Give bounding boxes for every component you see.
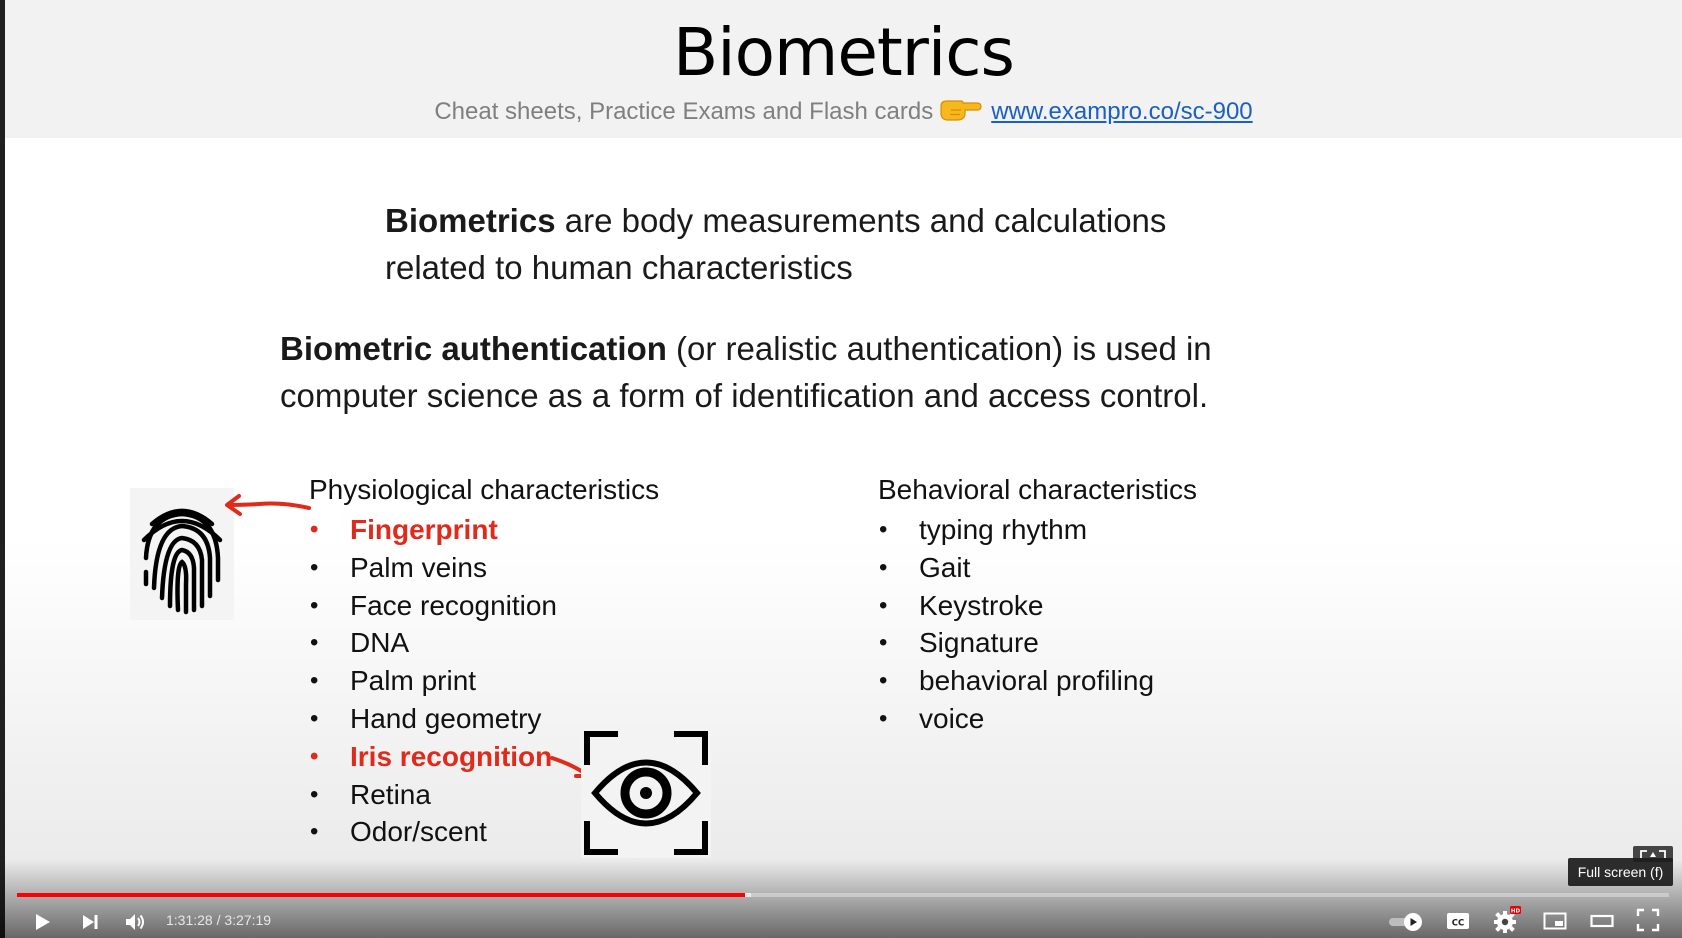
list-item: • behavioral profiling xyxy=(879,662,1154,700)
subtitles-button[interactable]: CC xyxy=(1441,906,1475,936)
biometrics-definition: Biometrics are body measurements and cal… xyxy=(385,197,1245,291)
bullet: • xyxy=(879,629,888,657)
gear-icon: HD xyxy=(1494,906,1521,933)
play-icon xyxy=(36,914,50,930)
theater-icon xyxy=(1590,914,1614,928)
volume-button[interactable] xyxy=(118,906,154,938)
video-player[interactable]: Biometrics Cheat sheets, Practice Exams … xyxy=(0,0,1682,938)
skip-next-icon xyxy=(83,915,98,929)
theater-mode-button[interactable] xyxy=(1584,906,1620,936)
bullet: • xyxy=(879,591,888,619)
list-item: • Fingerprint xyxy=(310,511,557,549)
physiological-list: • Fingerprint • Palm veins • Face recogniti… xyxy=(310,511,557,851)
progress-played xyxy=(17,893,745,897)
autoplay-toggle-icon xyxy=(1389,913,1422,931)
bullet: • xyxy=(879,516,888,543)
list-item: • Gait xyxy=(879,549,1154,587)
hd-badge: HD xyxy=(1511,908,1521,914)
authentication-definition: Biometric authentication (or realistic a… xyxy=(280,325,1280,419)
list-item: • Hand geometry xyxy=(310,700,557,738)
fullscreen-icon xyxy=(1636,908,1660,932)
list-item: • voice xyxy=(879,700,1154,738)
bullet: • xyxy=(310,591,319,619)
slide-subtitle: Cheat sheets, Practice Exams and Flash c… xyxy=(5,97,1682,126)
fullscreen-tooltip: Full screen (f) xyxy=(1568,858,1673,886)
subtitle-link[interactable]: www.exampro.co/sc-900 xyxy=(991,98,1252,125)
authentication-term: Biometric authentication xyxy=(280,330,667,367)
fullscreen-button[interactable] xyxy=(1630,904,1666,936)
slide-title: Biometrics xyxy=(673,14,1015,91)
list-item: • Iris recognition xyxy=(310,738,557,776)
physiological-header: Physiological characteristics xyxy=(309,474,660,505)
play-button[interactable] xyxy=(24,906,60,938)
bullet: • xyxy=(310,780,319,808)
bullet: • xyxy=(879,667,888,695)
list-item: • Palm veins xyxy=(310,549,557,587)
bullet: • xyxy=(879,553,888,581)
pointing-hand-icon xyxy=(940,100,982,121)
cc-icon: CC xyxy=(1447,913,1469,929)
bullet: • xyxy=(310,516,319,543)
fingerprint-icon xyxy=(130,488,234,620)
bullet: • xyxy=(310,629,319,657)
fingerprint-arrow xyxy=(225,494,311,516)
bullet: • xyxy=(310,553,319,581)
list-item: • Retina xyxy=(310,776,557,814)
list-item: • Keystroke xyxy=(879,587,1154,625)
subtitle-text: Cheat sheets, Practice Exams and Flash c… xyxy=(434,98,934,125)
behavioral-list: • typing rhythm • Gait • Keystroke • Signatu… xyxy=(879,511,1154,738)
list-item: • Face recognition xyxy=(310,587,557,625)
next-button[interactable] xyxy=(72,906,108,938)
settings-button[interactable]: HD xyxy=(1488,904,1524,936)
bullet: • xyxy=(310,704,319,732)
bullet: • xyxy=(310,818,319,846)
svg-text:CC: CC xyxy=(1452,919,1464,929)
bullet: • xyxy=(310,667,319,695)
list-item: • Palm print xyxy=(310,662,557,700)
progress-buffered xyxy=(745,893,751,897)
list-item: • Odor/scent xyxy=(310,813,557,851)
miniplayer-icon xyxy=(1543,912,1567,930)
bullet: • xyxy=(879,704,888,732)
behavioral-header: Behavioral characteristics xyxy=(878,474,1198,505)
list-item: • DNA xyxy=(310,624,557,662)
eye-scan-icon xyxy=(581,728,711,858)
volume-icon xyxy=(126,914,144,930)
bullet: • xyxy=(310,742,319,770)
miniplayer-button[interactable] xyxy=(1537,906,1573,936)
list-item: • Signature xyxy=(879,624,1154,662)
time-display: 1:31:28 / 3:27:19 xyxy=(166,912,272,928)
autoplay-toggle[interactable] xyxy=(1386,908,1426,936)
list-item: • typing rhythm xyxy=(879,511,1154,549)
definition-term: Biometrics xyxy=(385,202,556,239)
slide-frame: Biometrics Cheat sheets, Practice Exams … xyxy=(5,0,1682,938)
